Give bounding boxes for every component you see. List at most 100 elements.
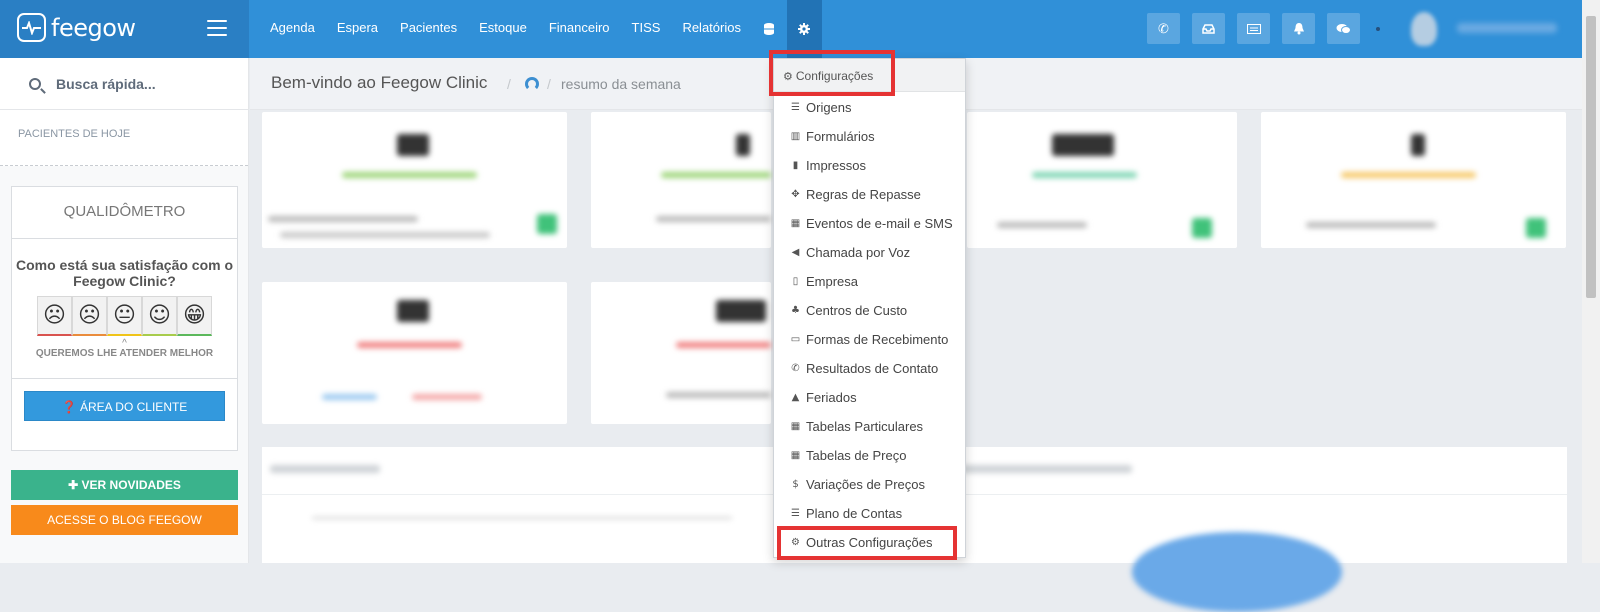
stat-detail bbox=[280, 232, 490, 238]
main-nav: Agenda Espera Pacientes Estoque Financei… bbox=[259, 0, 822, 58]
divider bbox=[12, 378, 237, 379]
menu-item-label: Empresa bbox=[806, 273, 859, 289]
quick-search[interactable]: Busca rápida... bbox=[0, 58, 248, 110]
stat-card bbox=[967, 112, 1237, 248]
neutral-face-icon[interactable]: 😐 bbox=[107, 296, 142, 336]
config-dropdown: ⚙ Configurações ☰ Origens ▥ Formulários ▮ I… bbox=[773, 58, 966, 558]
stat-detail bbox=[412, 394, 482, 400]
toolbar-buttons: ✆ bbox=[1147, 13, 1372, 44]
calendar-icon: ▦ bbox=[790, 217, 801, 229]
stat-label bbox=[357, 342, 462, 348]
stat-detail bbox=[268, 216, 418, 222]
stat-label bbox=[1032, 172, 1137, 178]
nav-pacientes[interactable]: Pacientes bbox=[389, 0, 468, 58]
menu-item-tabelas-particulares[interactable]: ▦ Tabelas Particulares bbox=[789, 416, 923, 436]
qualidometro-widget: QUALIDÔMETRO Como está sua satisfação co… bbox=[11, 186, 238, 451]
highlight-outras-configuracoes bbox=[777, 526, 957, 560]
client-area-button[interactable]: ❓ ÁREA DO CLIENTE bbox=[24, 391, 225, 421]
menu-item-label: Centros de Custo bbox=[806, 302, 908, 318]
user-name-blurred[interactable] bbox=[1457, 23, 1557, 33]
phone-icon: ✆ bbox=[791, 362, 800, 374]
menu-item-centros-custo[interactable]: ♣ Centros de Custo bbox=[789, 300, 907, 320]
table-icon: ▦ bbox=[790, 420, 801, 432]
menu-item-resultados-contato[interactable]: ✆ Resultados de Contato bbox=[789, 358, 938, 378]
stat-value bbox=[397, 300, 429, 322]
menu-toggle-icon[interactable] bbox=[207, 20, 227, 36]
question-circle-icon: ❓ bbox=[61, 400, 77, 414]
nav-espera[interactable]: Espera bbox=[326, 0, 389, 58]
card-icon[interactable] bbox=[1237, 13, 1270, 44]
nav-financeiro[interactable]: Financeiro bbox=[538, 0, 621, 58]
scrollbar[interactable] bbox=[1582, 0, 1600, 563]
menu-item-formularios[interactable]: ▥ Formulários bbox=[789, 126, 875, 146]
nav-relatorios[interactable]: Relatórios bbox=[671, 0, 752, 58]
stat-value bbox=[716, 300, 766, 322]
breadcrumb-separator: / bbox=[547, 76, 551, 92]
stat-label bbox=[1341, 172, 1476, 178]
panel-title bbox=[270, 465, 380, 473]
menu-item-formas-recebimento[interactable]: ▭ Formas de Recebimento bbox=[789, 329, 949, 349]
menu-item-impressos[interactable]: ▮ Impressos bbox=[789, 155, 866, 175]
news-label: VER NOVIDADES bbox=[81, 478, 181, 492]
stat-label bbox=[342, 172, 477, 178]
stat-badge bbox=[1192, 218, 1212, 238]
stat-detail bbox=[1306, 222, 1436, 228]
stat-detail bbox=[997, 222, 1087, 228]
menu-item-empresa[interactable]: ▯ Empresa bbox=[789, 271, 858, 291]
road-icon: ▲ bbox=[791, 391, 800, 403]
inbox-icon[interactable] bbox=[1192, 13, 1225, 44]
news-button[interactable]: ✚ VER NOVIDADES bbox=[11, 470, 238, 500]
bell-icon[interactable] bbox=[1282, 13, 1315, 44]
nav-agenda[interactable]: Agenda bbox=[259, 0, 326, 58]
dashboard-icon[interactable] bbox=[525, 77, 539, 91]
search-input[interactable]: Busca rápida... bbox=[56, 76, 156, 92]
chevron-up-icon: ^ bbox=[122, 338, 127, 349]
panel-title bbox=[962, 465, 1132, 473]
plus-icon: ✚ bbox=[68, 478, 79, 492]
menu-item-feriados[interactable]: ▲ Feriados bbox=[789, 387, 857, 407]
stat-card bbox=[591, 282, 771, 424]
nav-estoque[interactable]: Estoque bbox=[468, 0, 538, 58]
menu-item-variacoes-precos[interactable]: $ Variações de Preços bbox=[789, 474, 925, 494]
satisfaction-question: Como está sua satisfação com o Feegow Cl… bbox=[15, 257, 234, 289]
menu-item-origens[interactable]: ☰ Origens bbox=[789, 97, 852, 117]
menu-item-label: Feriados bbox=[806, 389, 857, 405]
puzzle-icon: ✥ bbox=[791, 188, 800, 200]
menu-item-label: Variações de Preços bbox=[806, 476, 925, 492]
very-unhappy-face-icon[interactable]: ☹ bbox=[37, 296, 72, 336]
logo-text: feegow bbox=[51, 13, 136, 42]
happy-face-icon[interactable]: ☺ bbox=[142, 296, 177, 336]
feegow-logo[interactable]: feegow bbox=[17, 13, 136, 42]
menu-item-regras-repasse[interactable]: ✥ Regras de Repasse bbox=[789, 184, 921, 204]
menu-item-tabelas-preco[interactable]: ▦ Tabelas de Preço bbox=[789, 445, 907, 465]
stat-value bbox=[1411, 134, 1425, 156]
menu-item-label: Eventos de e-mail e SMS bbox=[806, 215, 953, 231]
building-icon: ▯ bbox=[792, 275, 799, 287]
search-icon bbox=[29, 78, 41, 90]
file-icon: ▮ bbox=[792, 159, 799, 171]
menu-item-chamada-voz[interactable]: ◀ Chamada por Voz bbox=[789, 242, 910, 262]
pie-chart bbox=[1132, 532, 1342, 612]
blog-button[interactable]: ACESSE O BLOG FEEGOW bbox=[11, 505, 238, 535]
patients-today: PACIENTES DE HOJE bbox=[0, 110, 248, 166]
menu-item-plano-contas[interactable]: ☰ Plano de Contas bbox=[789, 503, 902, 523]
client-area-label: ÁREA DO CLIENTE bbox=[79, 400, 188, 414]
stat-value bbox=[397, 134, 429, 156]
credit-card-icon: ▭ bbox=[790, 333, 801, 345]
nav-tiss[interactable]: TISS bbox=[621, 0, 672, 58]
avatar[interactable] bbox=[1411, 12, 1437, 46]
very-happy-face-icon[interactable]: 😁 bbox=[177, 296, 212, 336]
stat-label bbox=[661, 172, 771, 178]
menu-item-label: Impressos bbox=[806, 157, 866, 173]
phone-icon[interactable]: ✆ bbox=[1147, 13, 1180, 44]
menu-item-label: Formulários bbox=[806, 128, 875, 144]
scroll-thumb[interactable] bbox=[1586, 16, 1596, 298]
menu-item-eventos-email-sms[interactable]: ▦ Eventos de e-mail e SMS bbox=[789, 213, 953, 233]
menu-item-label: Resultados de Contato bbox=[806, 360, 939, 376]
breadcrumb-separator: / bbox=[507, 76, 511, 92]
qualidometro-subtitle: QUEREMOS LHE ATENDER MELHOR bbox=[35, 348, 214, 359]
menu-item-label: Regras de Repasse bbox=[806, 186, 921, 202]
unhappy-face-icon[interactable]: ☹ bbox=[72, 296, 107, 336]
chart-line bbox=[312, 517, 732, 519]
chat-icon[interactable] bbox=[1327, 13, 1360, 44]
